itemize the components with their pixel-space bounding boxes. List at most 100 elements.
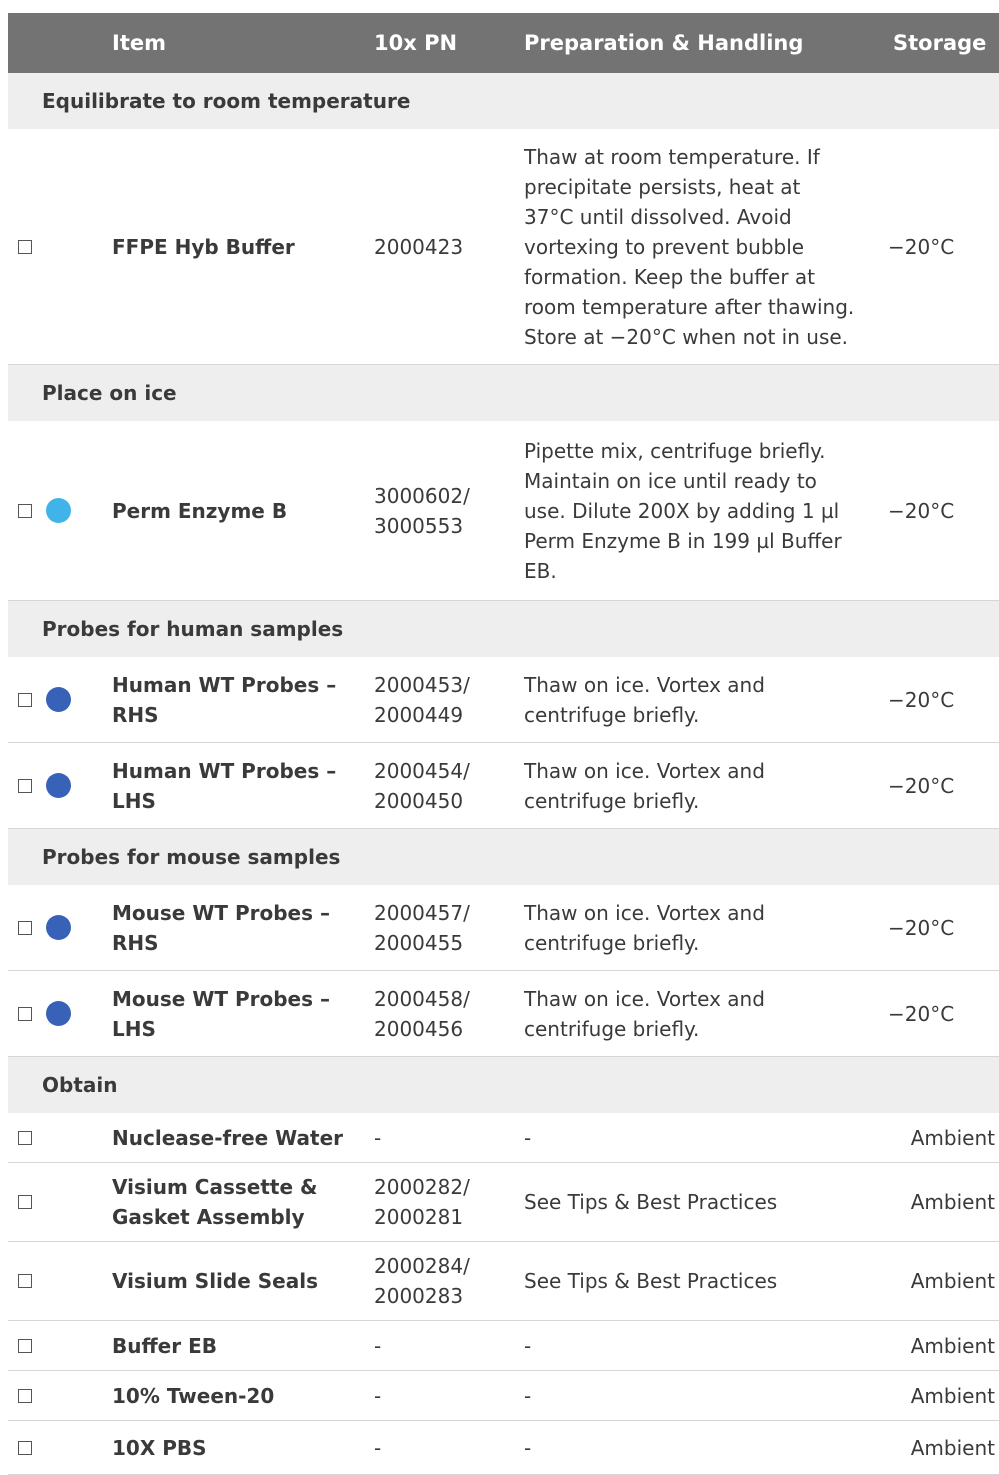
- preparation-text: Thaw at room temperature. If precipitate…: [524, 144, 855, 349]
- part-number: 2000423: [374, 234, 464, 259]
- checkbox-square-icon[interactable]: [18, 503, 32, 518]
- checkbox[interactable]: [18, 421, 34, 600]
- table-row: Visium Cassette & Gasket Assembly 2000282…: [8, 1163, 999, 1242]
- checkbox-square-icon[interactable]: [18, 1440, 32, 1455]
- part-number-cell: -: [374, 1421, 514, 1474]
- part-number: 2000457/ 2000455: [374, 900, 470, 955]
- preparation-text-cell: Thaw at room temperature. If precipitate…: [524, 129, 889, 364]
- tube-color-dot-cell: [46, 971, 72, 1056]
- part-number-cell: 2000284/ 2000283: [374, 1242, 514, 1320]
- item-name-cell: FFPE Hyb Buffer: [112, 129, 362, 364]
- item-name-cell: Human WT Probes – LHS: [112, 743, 362, 828]
- preparation-text: Pipette mix, centrifuge briefly. Maintai…: [524, 438, 842, 583]
- preparation-text: Thaw on ice. Vortex and centrifuge brief…: [524, 758, 765, 813]
- preparation-text-cell: -: [524, 1321, 889, 1370]
- item-name: Mouse WT Probes – RHS: [112, 900, 330, 955]
- preparation-text: See Tips & Best Practices: [524, 1190, 778, 1214]
- item-name-cell: Human WT Probes – RHS: [112, 657, 362, 742]
- checkbox-square-icon[interactable]: [18, 1006, 32, 1021]
- preparation-text-cell: -: [524, 1113, 889, 1162]
- section-header-row: Probes for mouse samples: [8, 829, 999, 885]
- storage-cell: −20°C: [888, 971, 999, 1056]
- checkbox-square-icon[interactable]: [18, 239, 32, 254]
- section-header-row: Place on ice: [8, 365, 999, 421]
- checkbox[interactable]: [18, 1321, 34, 1370]
- reagent-table: Item 10x PN Preparation & Handling Stora…: [8, 13, 999, 1475]
- checkbox-square-icon[interactable]: [18, 1130, 32, 1145]
- item-name-cell: Mouse WT Probes – LHS: [112, 971, 362, 1056]
- checkbox[interactable]: [18, 743, 34, 828]
- checkbox[interactable]: [18, 1163, 34, 1241]
- storage-cell: Ambient: [888, 1113, 999, 1162]
- item-name: Human WT Probes – RHS: [112, 672, 337, 727]
- light-blue-dot-icon: [46, 498, 71, 523]
- section-title: Probes for mouse samples: [42, 845, 341, 869]
- section-title: Obtain: [42, 1073, 118, 1097]
- item-name: Buffer EB: [112, 1333, 217, 1358]
- checkbox[interactable]: [18, 657, 34, 742]
- table-row: 10% Tween-20 - - Ambient: [8, 1371, 999, 1421]
- checkbox[interactable]: [18, 885, 34, 970]
- table-row: Mouse WT Probes – LHS 2000458/ 2000456 Tha…: [8, 971, 999, 1057]
- checkbox-square-icon[interactable]: [18, 1195, 32, 1209]
- checkbox[interactable]: [18, 1242, 34, 1320]
- storage-cell: Ambient: [888, 1163, 999, 1241]
- storage-value: −20°C: [888, 687, 955, 712]
- storage-value: Ambient: [910, 1190, 995, 1214]
- part-number: -: [374, 1435, 382, 1460]
- table-body: Equilibrate to room temperature FFPE Hyb …: [8, 73, 999, 1475]
- preparation-text-cell: Thaw on ice. Vortex and centrifuge brief…: [524, 743, 889, 828]
- section-header-row: Equilibrate to room temperature: [8, 73, 999, 129]
- checkbox[interactable]: [18, 1371, 34, 1420]
- dark-blue-dot-icon: [46, 687, 71, 712]
- checkbox[interactable]: [18, 1113, 34, 1162]
- part-number: 3000602/ 3000553: [374, 483, 470, 538]
- part-number: -: [374, 1333, 382, 1358]
- section-header-row: Obtain: [8, 1057, 999, 1113]
- preparation-text-cell: Pipette mix, centrifuge briefly. Maintai…: [524, 421, 889, 600]
- item-name-cell: Buffer EB: [112, 1321, 362, 1370]
- checkbox[interactable]: [18, 1421, 34, 1474]
- storage-value: Ambient: [910, 1383, 995, 1408]
- table-row: Human WT Probes – LHS 2000454/ 2000450 Tha…: [8, 743, 999, 829]
- table-row: 10X PBS - - Ambient: [8, 1421, 999, 1475]
- storage-value: −20°C: [888, 915, 955, 940]
- checkbox-square-icon[interactable]: [18, 1274, 32, 1288]
- part-number-cell: 2000454/ 2000450: [374, 743, 514, 828]
- checkbox[interactable]: [18, 129, 34, 364]
- part-number-cell: 3000602/ 3000553: [374, 421, 514, 600]
- checkbox-square-icon[interactable]: [18, 1338, 32, 1353]
- part-number: 2000458/ 2000456: [374, 986, 470, 1041]
- preparation-text-cell: See Tips & Best Practices: [524, 1163, 889, 1241]
- storage-cell: −20°C: [888, 743, 999, 828]
- table-row: Buffer EB - - Ambient: [8, 1321, 999, 1371]
- checkbox-square-icon[interactable]: [18, 920, 32, 935]
- storage-cell: Ambient: [888, 1242, 999, 1320]
- storage-cell: −20°C: [888, 657, 999, 742]
- item-name-cell: Visium Cassette & Gasket Assembly: [112, 1163, 362, 1241]
- preparation-text-cell: Thaw on ice. Vortex and centrifuge brief…: [524, 657, 889, 742]
- item-name-cell: Visium Slide Seals: [112, 1242, 362, 1320]
- part-number-cell: -: [374, 1321, 514, 1370]
- part-number: 2000284/ 2000283: [374, 1254, 470, 1308]
- checkbox[interactable]: [18, 971, 34, 1056]
- tube-color-dot-cell: [46, 743, 72, 828]
- preparation-text-cell: See Tips & Best Practices: [524, 1242, 889, 1320]
- checkbox-square-icon[interactable]: [18, 1388, 32, 1403]
- part-number-cell: 2000457/ 2000455: [374, 885, 514, 970]
- item-name: FFPE Hyb Buffer: [112, 234, 295, 259]
- part-number-cell: 2000282/ 2000281: [374, 1163, 514, 1241]
- part-number: 2000454/ 2000450: [374, 758, 470, 813]
- checkbox-square-icon[interactable]: [18, 778, 32, 793]
- item-name-cell: Mouse WT Probes – RHS: [112, 885, 362, 970]
- item-name-cell: Nuclease-free Water: [112, 1113, 362, 1162]
- part-number-cell: -: [374, 1113, 514, 1162]
- item-name: Visium Cassette & Gasket Assembly: [112, 1175, 318, 1229]
- item-name: 10X PBS: [112, 1435, 207, 1460]
- storage-cell: Ambient: [888, 1371, 999, 1420]
- storage-value: Ambient: [910, 1333, 995, 1358]
- preparation-text: Thaw on ice. Vortex and centrifuge brief…: [524, 900, 765, 955]
- checkbox-square-icon[interactable]: [18, 692, 32, 707]
- table-row: Human WT Probes – RHS 2000453/ 2000449 Tha…: [8, 657, 999, 743]
- dark-blue-dot-icon: [46, 915, 71, 940]
